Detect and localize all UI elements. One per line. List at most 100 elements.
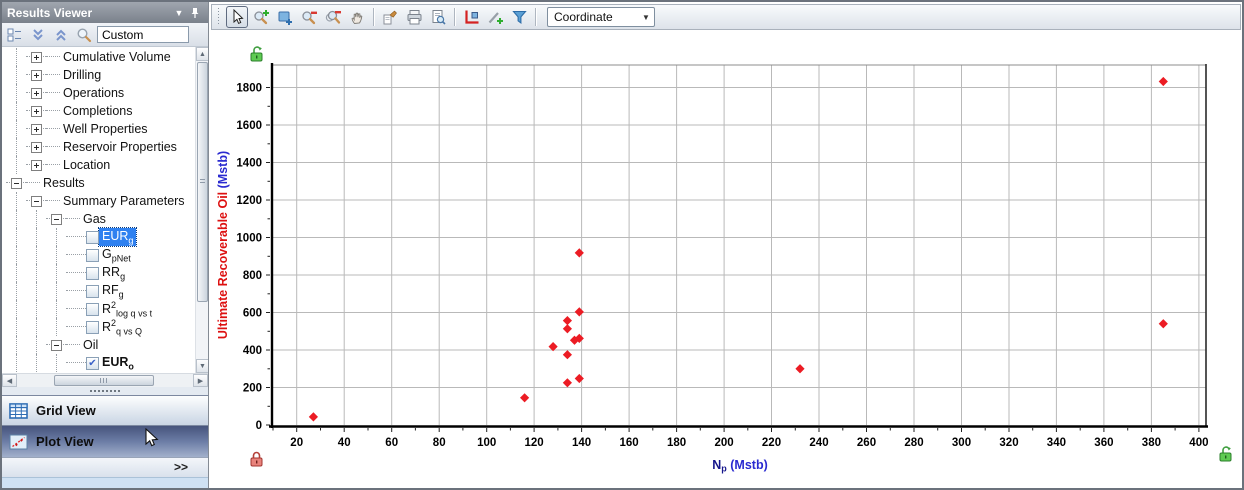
tree-item[interactable]: ✔EURo	[2, 354, 195, 372]
expand-icon[interactable]	[31, 142, 42, 153]
grid-view-button[interactable]: Grid View	[2, 395, 208, 425]
tree-item[interactable]: Location	[2, 156, 195, 174]
data-point[interactable]	[309, 412, 318, 421]
collapse-icon[interactable]	[31, 196, 42, 207]
tree-item-label[interactable]: RRg	[99, 264, 128, 283]
tree-item-label[interactable]: GpNet	[99, 246, 134, 265]
data-point[interactable]	[795, 364, 804, 373]
plot-view-button[interactable]: Plot View	[2, 425, 208, 457]
checkbox-unchecked[interactable]	[86, 231, 99, 244]
checkbox-checked[interactable]: ✔	[86, 357, 99, 370]
tree-item[interactable]: Completions	[2, 102, 195, 120]
print-tool-button[interactable]	[403, 6, 425, 28]
expand-icon[interactable]	[31, 88, 42, 99]
expand-icon[interactable]	[31, 70, 42, 81]
data-point[interactable]	[575, 307, 584, 316]
zoom-out-tool-button[interactable]	[298, 6, 320, 28]
checkbox-unchecked[interactable]	[86, 285, 99, 298]
tree-layout-button[interactable]	[5, 25, 25, 45]
expand-icon[interactable]	[31, 106, 42, 117]
print-preview-tool-button[interactable]	[427, 6, 449, 28]
tree-item[interactable]: Oil	[2, 336, 195, 354]
tree-item-label[interactable]: EURo	[99, 354, 137, 373]
zoom-window-tool-button[interactable]	[274, 6, 296, 28]
add-line-tool-button[interactable]	[484, 6, 506, 28]
tree-item[interactable]: Operations	[2, 84, 195, 102]
checkbox-unchecked[interactable]	[86, 303, 99, 316]
tree-item-label[interactable]: Results	[40, 175, 88, 191]
tree-item[interactable]: RFg	[2, 282, 195, 300]
tree-item-label[interactable]: Completions	[60, 103, 135, 119]
checkbox-unchecked[interactable]	[86, 321, 99, 334]
tree-item-label[interactable]: R2q vs Q	[99, 317, 145, 338]
checkbox-unchecked[interactable]	[86, 249, 99, 262]
copy-tool-button[interactable]	[379, 6, 401, 28]
tree-item-label[interactable]: Gas	[80, 211, 109, 227]
tree-item-label[interactable]: Operations	[60, 85, 127, 101]
scroll-down-button[interactable]: ▼	[196, 359, 208, 373]
tree-item-label[interactable]: RFg	[99, 282, 127, 301]
tree-item[interactable]: Gas	[2, 210, 195, 228]
tree-item-label[interactable]: EURg	[99, 228, 136, 247]
panel-menu-chevron-icon[interactable]: ▼	[171, 6, 187, 20]
tree-item[interactable]: Results	[2, 174, 195, 192]
data-point[interactable]	[563, 316, 572, 325]
pin-icon[interactable]	[187, 6, 203, 20]
tree-item[interactable]: GpNet	[2, 246, 195, 264]
x-axis-lock-icon[interactable]	[249, 450, 264, 473]
y-axis-unlock-icon[interactable]	[249, 45, 264, 68]
pointer-tool-button[interactable]	[226, 6, 248, 28]
tree-vertical-scrollbar[interactable]: ▲ ▼	[195, 47, 208, 373]
tree-item-label[interactable]: Oil	[80, 337, 101, 353]
toolbar-grip[interactable]	[216, 8, 221, 26]
collapse-icon[interactable]	[11, 178, 22, 189]
collapse-icon[interactable]	[51, 340, 62, 351]
expand-icon[interactable]	[31, 124, 42, 135]
tree-item[interactable]: Drilling	[2, 66, 195, 84]
data-point[interactable]	[575, 248, 584, 257]
expand-all-button[interactable]	[51, 25, 71, 45]
more-views-button[interactable]: >>	[2, 457, 208, 477]
collapse-icon[interactable]	[51, 214, 62, 225]
scrollbar-thumb[interactable]	[197, 62, 208, 302]
expand-icon[interactable]	[31, 160, 42, 171]
data-point[interactable]	[575, 374, 584, 383]
zoom-in-tool-button[interactable]	[250, 6, 272, 28]
tree-item-label[interactable]: Cumulative Volume	[60, 49, 174, 65]
tree-item[interactable]: Summary Parameters	[2, 192, 195, 210]
tree-item[interactable]: RRg	[2, 264, 195, 282]
axes-tool-button[interactable]	[460, 6, 482, 28]
collapse-all-button[interactable]	[28, 25, 48, 45]
tree-item-label[interactable]: Drilling	[60, 67, 104, 83]
checkbox-unchecked[interactable]	[86, 267, 99, 280]
tree-horizontal-scrollbar[interactable]: ◀ ▶	[2, 373, 208, 387]
data-point[interactable]	[1159, 77, 1168, 86]
data-point[interactable]	[563, 378, 572, 387]
data-point[interactable]	[520, 393, 529, 402]
tree-item[interactable]: R2log q vs t	[2, 300, 195, 318]
tree-item[interactable]: EURg	[2, 228, 195, 246]
x-axis-unlock-icon[interactable]	[1218, 445, 1233, 468]
filter-input[interactable]	[97, 26, 189, 43]
search-icon[interactable]	[74, 25, 94, 45]
tree-item-label[interactable]: Location	[60, 157, 113, 173]
data-point[interactable]	[1159, 319, 1168, 328]
tree-item-label[interactable]: Reservoir Properties	[60, 139, 180, 155]
scroll-right-button[interactable]: ▶	[193, 374, 208, 387]
expand-icon[interactable]	[31, 52, 42, 63]
panel-splitter-handle[interactable]	[2, 387, 208, 395]
tree-item[interactable]: Reservoir Properties	[2, 138, 195, 156]
tree-item[interactable]: Well Properties	[2, 120, 195, 138]
scroll-up-button[interactable]: ▲	[196, 47, 208, 61]
data-point[interactable]	[563, 324, 572, 333]
scroll-left-button[interactable]: ◀	[2, 374, 17, 387]
coordinate-dropdown[interactable]: Coordinate ▼	[547, 7, 655, 27]
filter-tool-button[interactable]	[508, 6, 530, 28]
zoom-previous-tool-button[interactable]	[322, 6, 344, 28]
tree-item-label[interactable]: Summary Parameters	[60, 193, 188, 209]
tree-item[interactable]: Cumulative Volume	[2, 48, 195, 66]
pan-tool-button[interactable]	[346, 6, 368, 28]
tree-item[interactable]: R2q vs Q	[2, 318, 195, 336]
tree-item-label[interactable]: Well Properties	[60, 121, 151, 137]
data-point[interactable]	[563, 350, 572, 359]
